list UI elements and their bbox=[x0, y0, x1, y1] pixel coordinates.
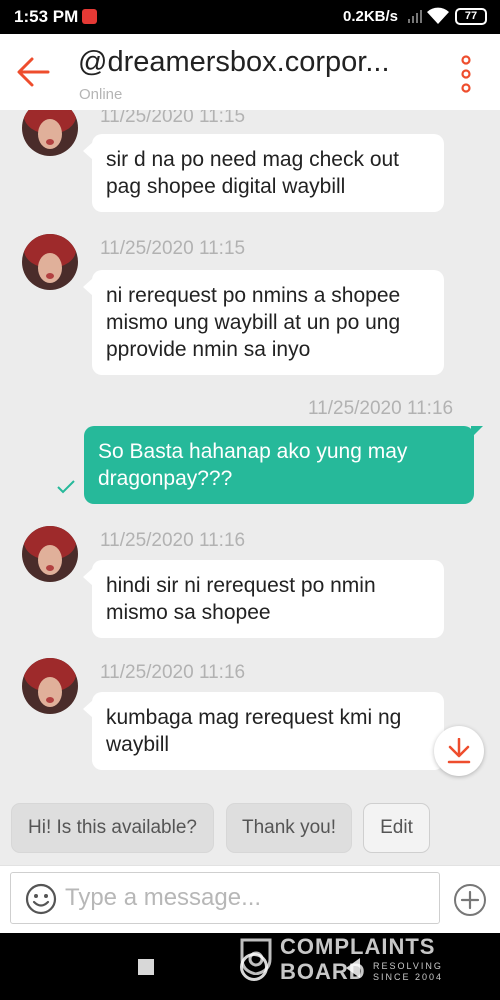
chat-title: @dreamersbox.corpor... bbox=[78, 46, 390, 78]
notification-app-icon bbox=[82, 9, 97, 24]
smiley-icon[interactable] bbox=[25, 883, 57, 915]
recent-apps-button[interactable] bbox=[138, 959, 154, 975]
check-icon bbox=[57, 480, 75, 494]
back-arrow-icon[interactable] bbox=[14, 52, 54, 92]
status-bar: 1:53 PM 0.2KB/s 77 bbox=[0, 0, 500, 34]
complaintsboard-logo-icon bbox=[240, 938, 272, 975]
avatar[interactable] bbox=[22, 526, 78, 582]
chat-header: @dreamersbox.corpor... Online bbox=[0, 34, 500, 110]
message-timestamp: 11/25/2020 11:15 bbox=[100, 238, 246, 259]
wifi-icon bbox=[427, 7, 449, 24]
avatar[interactable] bbox=[22, 658, 78, 714]
message-timestamp: 11/25/2020 11:15 bbox=[100, 110, 246, 127]
watermark-text: BOARD bbox=[280, 959, 366, 984]
message-timestamp: 11/25/2020 11:16 bbox=[100, 662, 246, 683]
incoming-message[interactable]: kumbaga mag rerequest kmi ng waybill bbox=[83, 692, 444, 770]
status-time: 1:53 PM bbox=[14, 7, 79, 26]
message-input[interactable] bbox=[65, 880, 435, 916]
system-navigation-bar: COMPLAINTS BOARD RESOLVING SINCE 2004 bbox=[0, 933, 500, 1000]
message-timestamp: 11/25/2020 11:16 bbox=[308, 398, 454, 419]
online-status: Online bbox=[79, 86, 123, 103]
watermark-tagline: RESOLVING SINCE 2004 bbox=[373, 961, 444, 982]
avatar[interactable] bbox=[22, 234, 78, 290]
more-vertical-icon[interactable] bbox=[455, 54, 477, 94]
message-input-box[interactable] bbox=[10, 872, 440, 924]
scroll-to-bottom-button[interactable] bbox=[434, 726, 484, 776]
message-list[interactable]: 11/25/2020 11:15 sir d na po need mag ch… bbox=[0, 110, 500, 790]
quick-reply-edit-button[interactable]: Edit bbox=[363, 803, 430, 853]
download-icon bbox=[447, 738, 471, 764]
quick-reply-available[interactable]: Hi! Is this available? bbox=[11, 803, 214, 853]
plus-circle-icon[interactable] bbox=[453, 883, 487, 917]
outgoing-message[interactable]: So Basta hahanap ako yung may dragonpay?… bbox=[84, 426, 483, 504]
avatar[interactable] bbox=[22, 110, 78, 156]
message-composer bbox=[0, 865, 500, 933]
battery-icon: 77 bbox=[455, 8, 487, 25]
signal-icon bbox=[408, 10, 422, 23]
network-speed: 0.2KB/s bbox=[343, 8, 399, 25]
incoming-message[interactable]: hindi sir ni rerequest po nmin mismo sa … bbox=[83, 560, 444, 638]
message-timestamp: 11/25/2020 11:16 bbox=[100, 530, 246, 551]
incoming-message[interactable]: ni rerequest po nmins a shopee mismo ung… bbox=[83, 270, 444, 375]
quick-reply-thank-you[interactable]: Thank you! bbox=[226, 803, 352, 853]
incoming-message[interactable]: sir d na po need mag check out pag shope… bbox=[83, 134, 444, 212]
watermark-text: COMPLAINTS bbox=[280, 934, 436, 959]
